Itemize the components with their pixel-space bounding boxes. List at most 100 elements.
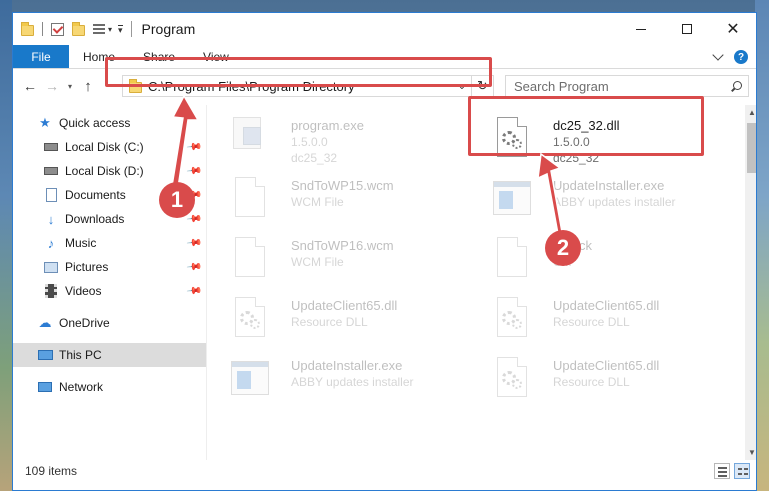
drive-icon bbox=[43, 163, 59, 179]
maximize-button[interactable] bbox=[664, 13, 710, 45]
file-list: program.exe 1.5.0.0 dc25_32 dc25_32.dll … bbox=[217, 105, 743, 460]
step-2-marker: 2 bbox=[545, 230, 581, 266]
sidebar-item-label: Local Disk (D:) bbox=[65, 164, 144, 178]
dll-file-icon bbox=[493, 297, 531, 343]
file-item[interactable]: UpdateInstaller.exe ABBY updates install… bbox=[479, 169, 719, 227]
navigation-pane: ★ Quick access Local Disk (C:) 📌 Local D… bbox=[13, 105, 206, 460]
document-file-icon bbox=[231, 177, 269, 223]
close-button[interactable]: ✕ bbox=[710, 13, 756, 45]
recent-locations-button[interactable]: ▾ bbox=[63, 75, 77, 97]
sidebar-item-label: Documents bbox=[65, 188, 126, 202]
sidebar-item-label: Quick access bbox=[59, 116, 131, 130]
cloud-icon: ☁ bbox=[38, 315, 52, 330]
item-count: 109 items bbox=[25, 464, 78, 478]
sidebar-item-label: This PC bbox=[59, 348, 102, 362]
close-icon: ✕ bbox=[726, 21, 740, 38]
pin-icon[interactable]: 📌 bbox=[185, 139, 202, 155]
drive-icon bbox=[43, 139, 59, 155]
scroll-down-icon[interactable]: ▼ bbox=[748, 448, 756, 457]
file-name: UpdateInstaller.exe bbox=[553, 178, 665, 193]
pin-icon[interactable]: 📌 bbox=[185, 259, 202, 275]
sidebar-item-label: Music bbox=[65, 236, 97, 250]
search-icon[interactable] bbox=[731, 80, 742, 92]
dll-file-icon bbox=[493, 357, 531, 403]
title-divider bbox=[130, 21, 132, 37]
scroll-up-icon[interactable]: ▲ bbox=[748, 108, 756, 117]
sidebar-item-quick-access[interactable]: ★ Quick access bbox=[13, 111, 206, 135]
documents-icon bbox=[43, 187, 59, 203]
details-view-icon[interactable] bbox=[714, 463, 730, 479]
address-bar-highlight bbox=[105, 57, 492, 87]
executable-icon bbox=[231, 117, 269, 163]
sidebar-item-videos[interactable]: Videos 📌 bbox=[13, 279, 206, 303]
computer-icon bbox=[37, 347, 53, 363]
forward-button[interactable]: → bbox=[41, 75, 63, 97]
sidebar-item-music[interactable]: ♪ Music 📌 bbox=[13, 231, 206, 255]
pin-icon[interactable]: 📌 bbox=[185, 283, 202, 299]
file-item[interactable]: UpdateClient65.dll Resource DLL bbox=[479, 349, 719, 407]
window-controls: ✕ bbox=[618, 13, 756, 45]
ribbon-right-controls: ? bbox=[712, 45, 748, 69]
maximize-icon bbox=[682, 24, 692, 34]
file-name: UpdateClient65.dll bbox=[553, 358, 660, 373]
sidebar-item-label: Local Disk (C:) bbox=[65, 140, 144, 154]
file-item[interactable]: SndToWP16.wcm WCM File bbox=[217, 229, 457, 287]
file-item[interactable]: UpdateClient65.dll Resource DLL bbox=[479, 289, 719, 347]
main-area: ★ Quick access Local Disk (C:) 📌 Local D… bbox=[13, 105, 756, 460]
file-type: WCM File bbox=[291, 195, 344, 209]
sidebar-item-label: Downloads bbox=[65, 212, 125, 226]
sidebar-item-this-pc[interactable]: This PC bbox=[13, 343, 206, 367]
search-input[interactable]: Search Program bbox=[505, 75, 749, 97]
minimize-button[interactable] bbox=[618, 13, 664, 45]
toolbar-divider bbox=[42, 22, 43, 36]
sidebar-item-network[interactable]: Network bbox=[13, 375, 206, 399]
pin-icon[interactable]: 📌 bbox=[185, 163, 202, 179]
quick-access-toolbar: ▾ ▾ bbox=[13, 13, 123, 45]
document-file-icon bbox=[231, 237, 269, 283]
star-icon: ★ bbox=[39, 115, 51, 130]
file-item[interactable]: SndToWP15.wcm WCM File bbox=[217, 169, 457, 227]
scrollbar-thumb[interactable] bbox=[747, 123, 756, 173]
file-item[interactable]: UpdateClient65.dll Resource DLL bbox=[217, 289, 457, 347]
file-item[interactable]: UpdateInstaller.exe ABBY updates install… bbox=[217, 349, 457, 407]
file-name: UpdateInstaller.exe bbox=[291, 358, 403, 373]
file-name: UpdateClient65.dll bbox=[553, 298, 660, 313]
up-button[interactable]: ↑ bbox=[77, 75, 99, 97]
sidebar-item-label: Network bbox=[59, 380, 104, 394]
dll-file-highlight bbox=[468, 96, 704, 156]
download-icon: ↓ bbox=[47, 211, 55, 227]
back-button[interactable]: ← bbox=[19, 75, 41, 97]
file-item[interactable]: program.exe 1.5.0.0 dc25_32 bbox=[217, 109, 457, 167]
properties-check-icon[interactable] bbox=[51, 22, 64, 36]
file-item[interactable]: Fa...ck C... bbox=[479, 229, 719, 287]
chevron-down-icon[interactable]: ▾ bbox=[108, 25, 112, 34]
file-type: Resource DLL bbox=[553, 315, 630, 329]
tab-file[interactable]: File bbox=[13, 45, 69, 68]
network-icon bbox=[37, 379, 53, 395]
new-folder-icon[interactable] bbox=[72, 21, 85, 36]
file-type: ABBY updates installer bbox=[553, 195, 676, 209]
desktop-background-right bbox=[755, 0, 769, 491]
installer-icon bbox=[493, 177, 531, 223]
customize-dropdown-icon[interactable]: ▾ bbox=[118, 24, 123, 34]
sidebar-item-onedrive[interactable]: ☁ OneDrive bbox=[13, 311, 206, 335]
document-file-icon bbox=[493, 237, 531, 283]
status-bar: 109 items bbox=[13, 460, 756, 482]
file-type: ABBY updates installer bbox=[291, 375, 414, 389]
music-icon: ♪ bbox=[47, 235, 55, 251]
pin-icon[interactable]: 📌 bbox=[185, 235, 202, 251]
sidebar-item-local-disk-d[interactable]: Local Disk (D:) 📌 bbox=[13, 159, 206, 183]
file-name: program.exe bbox=[291, 118, 364, 133]
expand-ribbon-icon[interactable] bbox=[712, 49, 724, 61]
tiles-view-icon[interactable] bbox=[734, 463, 750, 479]
sidebar-item-pictures[interactable]: Pictures 📌 bbox=[13, 255, 206, 279]
pictures-icon bbox=[43, 259, 59, 275]
sidebar-item-label: Videos bbox=[65, 284, 102, 298]
installer-icon bbox=[231, 357, 269, 403]
sidebar-item-local-disk-c[interactable]: Local Disk (C:) 📌 bbox=[13, 135, 206, 159]
help-icon[interactable]: ? bbox=[734, 50, 748, 64]
customize-toolbar-icon[interactable] bbox=[93, 23, 105, 35]
vertical-scrollbar[interactable]: ▲ ▼ bbox=[745, 105, 756, 460]
step-1-marker: 1 bbox=[159, 182, 195, 218]
dll-file-icon bbox=[231, 297, 269, 343]
